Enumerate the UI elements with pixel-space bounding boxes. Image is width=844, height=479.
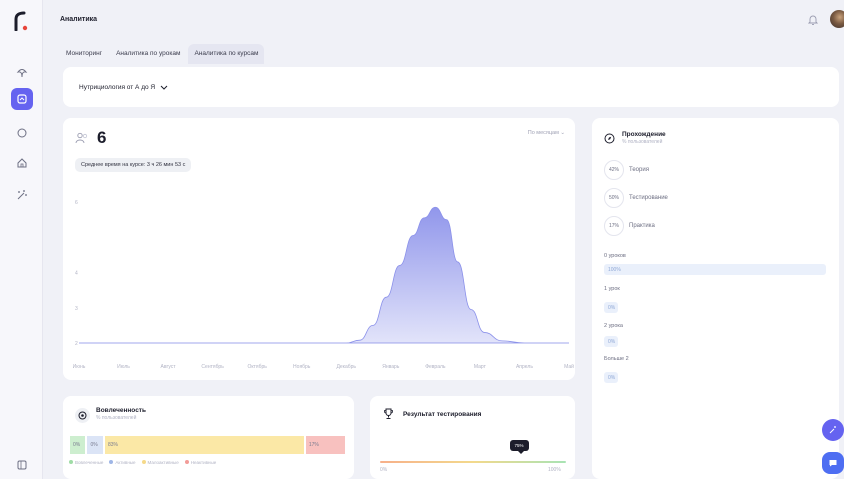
sidebar — [0, 0, 43, 479]
series-area — [79, 206, 569, 344]
legend-label: Активные — [115, 460, 136, 465]
students-area-chart: 2 3 4 6 Июнь Июль Август Сентябрь Октябрь Ноябрь Д… — [73, 200, 574, 370]
legend-label: Вовлеченные — [75, 460, 104, 465]
lesson-bar: 0% — [604, 336, 618, 347]
passing-title: Прохождение — [622, 131, 666, 138]
y-tick-label: 4 — [75, 271, 78, 277]
nav-magic-icon[interactable] — [11, 184, 33, 206]
legend-item: Малоактивные — [141, 460, 179, 465]
magic-fab-button[interactable] — [822, 419, 844, 441]
x-tick-label: Декабрь — [337, 364, 357, 370]
engagement-legend: Вовлеченные Активные Малоактивные Неакти… — [69, 460, 216, 465]
results-title: Результат тестирования — [403, 411, 482, 418]
nav-webinars-icon[interactable] — [11, 62, 33, 84]
lesson-bar: 100% — [604, 264, 826, 275]
nav-home-icon[interactable] — [11, 152, 33, 174]
lesson-label: 1 урок — [604, 286, 620, 292]
x-tick-label: Август — [161, 364, 177, 370]
legend-dot — [141, 460, 146, 464]
engagement-title: Вовлеченность — [96, 407, 146, 414]
compass-icon — [604, 133, 615, 144]
scale-max: 100% — [548, 467, 561, 473]
lesson-bar: 0% — [604, 302, 618, 313]
lesson-label: 2 урока — [604, 323, 623, 329]
topbar: Аналитика — [43, 0, 844, 40]
lesson-bar: 0% — [604, 372, 618, 383]
students-chart-card: 6 По месяцам ⌄ Среднее время на курсе: 3… — [63, 118, 575, 380]
course-dropdown-label: Нутрициология от А до Я — [79, 84, 156, 91]
x-tick-label: Май — [564, 363, 574, 370]
scale-min: 0% — [380, 467, 388, 473]
y-tick-label: 3 — [75, 306, 78, 312]
engagement-card: Вовлеченность % пользователей 0% 0% 83% 17%… — [63, 396, 354, 479]
tab-course-analytics[interactable]: Аналитика по курсам — [188, 44, 265, 64]
period-select-label: По месяцам — [527, 130, 559, 136]
nav-analytics-icon[interactable] — [11, 88, 33, 110]
passing-subtitle: % пользователей — [622, 139, 663, 145]
engagement-segment: 0% — [70, 436, 86, 454]
lesson-label: Больше 2 — [604, 356, 629, 362]
passing-card: Прохождение % пользователей 42% Теория 5… — [592, 118, 839, 479]
legend-dot — [184, 460, 189, 464]
tab-lesson-analytics[interactable]: Аналитика по урокам — [110, 44, 186, 64]
x-tick-label: Ноябрь — [293, 364, 311, 370]
x-tick-label: Сентябрь — [201, 364, 224, 370]
stat-label: Тестирование — [629, 195, 668, 201]
trophy-icon — [384, 408, 393, 419]
lesson-label: 0 уроков — [604, 253, 626, 259]
period-select[interactable]: По месяцам ⌄ — [528, 130, 565, 136]
avatar[interactable] — [830, 10, 844, 28]
y-tick-label: 6 — [75, 200, 78, 206]
legend-item: Вовлеченные — [69, 460, 103, 465]
students-count: 6 — [97, 128, 107, 147]
legend-dot — [109, 460, 114, 464]
x-tick-label: Февраль — [425, 364, 446, 370]
tab-bar: Мониторинг Аналитика по урокам Аналитика… — [60, 44, 265, 64]
stat-label: Теория — [629, 167, 649, 173]
stat-ring: 17% — [604, 216, 624, 236]
target-icon — [75, 408, 90, 423]
result-tooltip: 75% — [509, 440, 529, 454]
x-tick-label: Октябрь — [247, 364, 267, 370]
people-icon — [75, 132, 88, 144]
legend-item: Активные — [109, 460, 136, 465]
legend-dot — [69, 460, 73, 464]
engagement-segment: 17% — [305, 436, 345, 454]
x-tick-label: Апрель — [516, 364, 533, 370]
nav-panel-icon[interactable] — [11, 454, 33, 476]
tab-monitoring[interactable]: Мониторинг — [60, 44, 108, 64]
stat-practice: 17% Практика — [604, 216, 655, 236]
results-gradient-bar — [380, 461, 566, 463]
x-tick-label: Июнь — [73, 364, 86, 370]
test-results-card: Результат тестирования 75% 0% 100% — [370, 396, 575, 479]
course-selector-card: Нутрициология от А до Я — [63, 67, 839, 107]
x-tick-label: Июль — [117, 364, 130, 370]
y-tick-label: 2 — [75, 341, 78, 347]
legend-label: Малоактивные — [147, 460, 179, 465]
engagement-subtitle: % пользователей — [96, 415, 137, 421]
stat-theory: 42% Теория — [604, 160, 649, 180]
x-tick-label: Январь — [382, 364, 400, 370]
chevron-down-icon — [160, 85, 168, 90]
chat-fab-button[interactable] — [822, 452, 844, 474]
engagement-segment: 0% — [87, 436, 103, 454]
stat-label: Практика — [629, 223, 655, 229]
logo-icon — [14, 11, 28, 31]
stat-ring: 42% — [604, 160, 624, 180]
legend-label: Неактивные — [190, 460, 217, 465]
nav-chat-icon[interactable] — [11, 122, 33, 144]
stat-testing: 50% Тестирование — [604, 188, 668, 208]
course-dropdown[interactable]: Нутрициология от А до Я — [79, 84, 168, 91]
bell-icon[interactable] — [808, 14, 818, 26]
x-tick-label: Март — [474, 364, 487, 370]
avg-time-badge: Среднее время на курсе: 3 ч 26 мин 53 с — [75, 158, 192, 172]
engagement-segment: 83% — [104, 436, 304, 454]
stat-ring: 50% — [604, 188, 624, 208]
page-title: Аналитика — [60, 16, 98, 23]
legend-item: Неактивные — [184, 460, 217, 465]
